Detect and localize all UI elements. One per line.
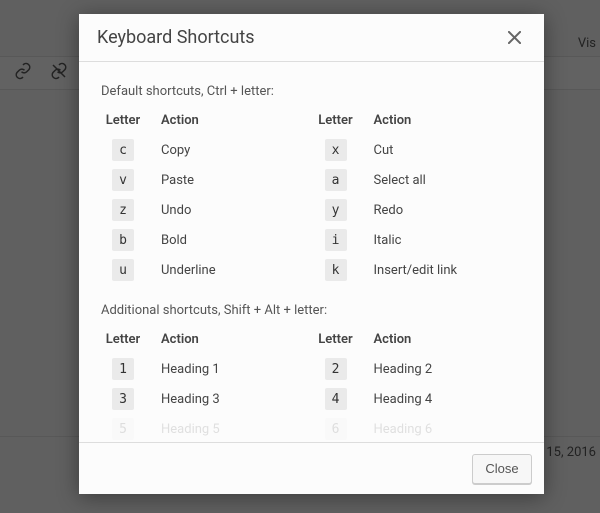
- shortcut-action: Redo: [364, 203, 523, 218]
- editor-background: Vis per 15, 2016 Keyboard Shortcuts Defa…: [0, 0, 600, 513]
- dialog-footer: Close: [79, 442, 544, 494]
- shortcut-action: Select all: [364, 173, 523, 188]
- shortcut-action: Heading 1: [151, 362, 310, 377]
- shortcut-row: 5 Heading 5: [101, 414, 310, 442]
- additional-shortcuts-table: Letter Action 1 Heading 1 3 Heading 3 5 Hea…: [101, 324, 522, 442]
- default-shortcuts-intro: Default shortcuts, Ctrl + letter:: [101, 84, 522, 99]
- shortcut-row: c Copy: [101, 135, 310, 165]
- shortcut-row: i Italic: [314, 225, 523, 255]
- dialog-body: Default shortcuts, Ctrl + letter: Letter…: [79, 62, 544, 442]
- default-shortcuts-table: Letter Action c Copy v Paste z Undo b Bold u…: [101, 105, 522, 285]
- column-header-action: Action: [151, 113, 310, 128]
- shortcut-action: Heading 3: [151, 392, 310, 407]
- shortcut-action: Copy: [151, 143, 310, 158]
- shortcut-action: Underline: [151, 263, 310, 278]
- dialog-header: Keyboard Shortcuts: [79, 14, 544, 62]
- shortcut-row: b Bold: [101, 225, 310, 255]
- shortcut-key: k: [325, 259, 347, 281]
- shortcut-key: i: [325, 229, 347, 251]
- shortcut-action: Italic: [364, 233, 523, 248]
- close-icon[interactable]: [500, 24, 528, 52]
- shortcut-row: 3 Heading 3: [101, 384, 310, 414]
- shortcut-row: a Select all: [314, 165, 523, 195]
- shortcut-key: 3: [112, 388, 134, 410]
- column-header-action: Action: [364, 332, 523, 347]
- close-button[interactable]: Close: [472, 454, 532, 484]
- shortcut-action: Heading 6: [364, 422, 523, 437]
- shortcut-action: Heading 5: [151, 422, 310, 437]
- shortcut-key: 2: [325, 358, 347, 380]
- shortcut-key: 5: [112, 418, 134, 440]
- shortcut-key: v: [112, 169, 134, 191]
- shortcut-action: Heading 4: [364, 392, 523, 407]
- shortcut-row: y Redo: [314, 195, 523, 225]
- shortcut-action: Bold: [151, 233, 310, 248]
- shortcut-key: y: [325, 199, 347, 221]
- shortcut-key: c: [112, 139, 134, 161]
- shortcut-key: x: [325, 139, 347, 161]
- shortcut-key: a: [325, 169, 347, 191]
- shortcut-action: Heading 2: [364, 362, 523, 377]
- shortcut-key: b: [112, 229, 134, 251]
- column-header-letter: Letter: [314, 332, 364, 347]
- keyboard-shortcuts-dialog: Keyboard Shortcuts Default shortcuts, Ct…: [79, 14, 544, 494]
- shortcut-key: 1: [112, 358, 134, 380]
- dialog-title: Keyboard Shortcuts: [97, 27, 500, 48]
- shortcut-key: 6: [325, 418, 347, 440]
- shortcut-action: Undo: [151, 203, 310, 218]
- shortcut-row: x Cut: [314, 135, 523, 165]
- shortcut-row: u Underline: [101, 255, 310, 285]
- shortcut-row: z Undo: [101, 195, 310, 225]
- shortcut-row: k Insert/edit link: [314, 255, 523, 285]
- column-header-letter: Letter: [314, 113, 364, 128]
- shortcut-key: 4: [325, 388, 347, 410]
- column-header-action: Action: [364, 113, 523, 128]
- shortcut-action: Insert/edit link: [364, 263, 523, 278]
- shortcut-row: 1 Heading 1: [101, 354, 310, 384]
- column-header-letter: Letter: [101, 113, 151, 128]
- additional-shortcuts-intro: Additional shortcuts, Shift + Alt + lett…: [101, 303, 522, 318]
- shortcut-row: v Paste: [101, 165, 310, 195]
- column-header-letter: Letter: [101, 332, 151, 347]
- shortcut-row: 4 Heading 4: [314, 384, 523, 414]
- shortcut-action: Cut: [364, 143, 523, 158]
- shortcut-row: 2 Heading 2: [314, 354, 523, 384]
- shortcut-row: 6 Heading 6: [314, 414, 523, 442]
- shortcut-key: z: [112, 199, 134, 221]
- column-header-action: Action: [151, 332, 310, 347]
- shortcut-action: Paste: [151, 173, 310, 188]
- shortcut-key: u: [112, 259, 134, 281]
